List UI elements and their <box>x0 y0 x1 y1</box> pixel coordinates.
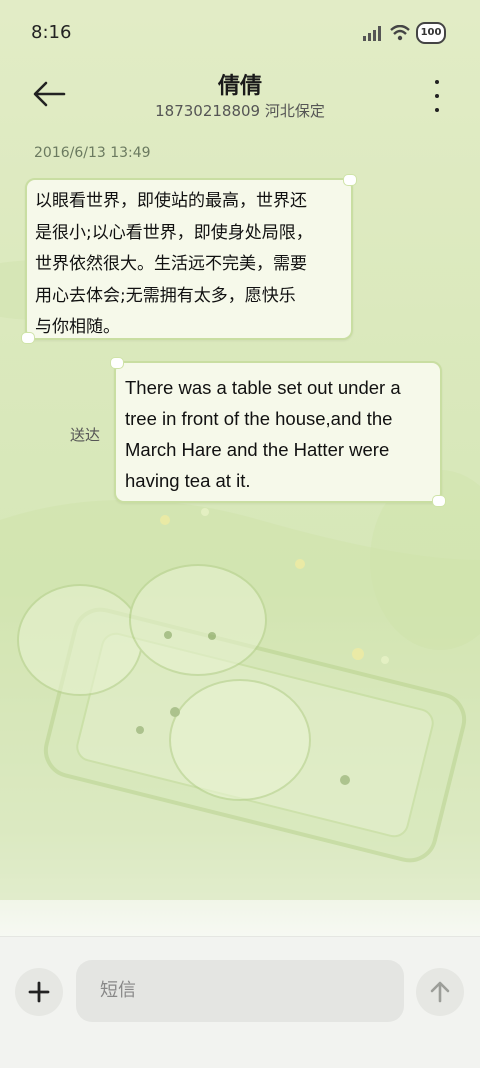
send-button[interactable] <box>416 968 464 1016</box>
message-line: 是很小;以心看世界，即使身处局限， <box>35 222 313 243</box>
add-attachment-button[interactable] <box>15 968 63 1016</box>
message-line: 用心去体会;无需拥有太多，愿快乐 <box>35 285 296 306</box>
composer-bar: 短信 <box>0 936 480 1068</box>
outgoing-message-bubble[interactable]: There was a table set out under a tree i… <box>110 357 446 507</box>
message-line: There was a table set out under a <box>125 377 401 398</box>
signal-icon <box>363 26 381 41</box>
plus-icon <box>28 981 50 1003</box>
delivery-status: 送达 <box>70 426 101 444</box>
bubble-corner-decoration <box>110 357 124 369</box>
status-bar: 8:16 100 <box>0 0 480 64</box>
message-line: 世界依然很大。生活远不完美，需要 <box>35 254 307 274</box>
message-line: having tea at it. <box>125 470 251 491</box>
message-line: March Hare and the Hatter were <box>125 439 390 460</box>
message-timestamp: 2016/6/13 13:49 <box>34 145 151 161</box>
wifi-icon <box>390 25 410 41</box>
status-icons: 100 <box>362 22 446 44</box>
more-options-button[interactable] <box>430 80 444 112</box>
bubble-corner-decoration <box>432 495 446 507</box>
message-line: 与你相随。 <box>35 317 120 337</box>
message-input[interactable]: 短信 <box>76 960 404 1022</box>
more-vertical-icon <box>435 80 439 84</box>
contact-name: 倩倩 <box>217 74 262 99</box>
message-line: tree in front of the house,and the <box>125 408 393 429</box>
message-line: 以眼看世界，即使站的最高，世界还 <box>35 191 307 211</box>
incoming-message-bubble[interactable]: 以眼看世界，即使站的最高，世界还 是很小;以心看世界，即使身处局限， 世界依然很… <box>21 174 357 344</box>
contact-number-location: 18730218809 河北保定 <box>155 102 325 120</box>
bubble-corner-decoration <box>21 332 35 344</box>
send-arrow-icon <box>430 981 450 1003</box>
battery-icon: 100 <box>416 22 446 44</box>
bubble-corner-decoration <box>343 174 357 186</box>
conversation-header: 倩倩 18730218809 河北保定 <box>0 64 480 134</box>
status-time: 8:16 <box>31 22 72 43</box>
